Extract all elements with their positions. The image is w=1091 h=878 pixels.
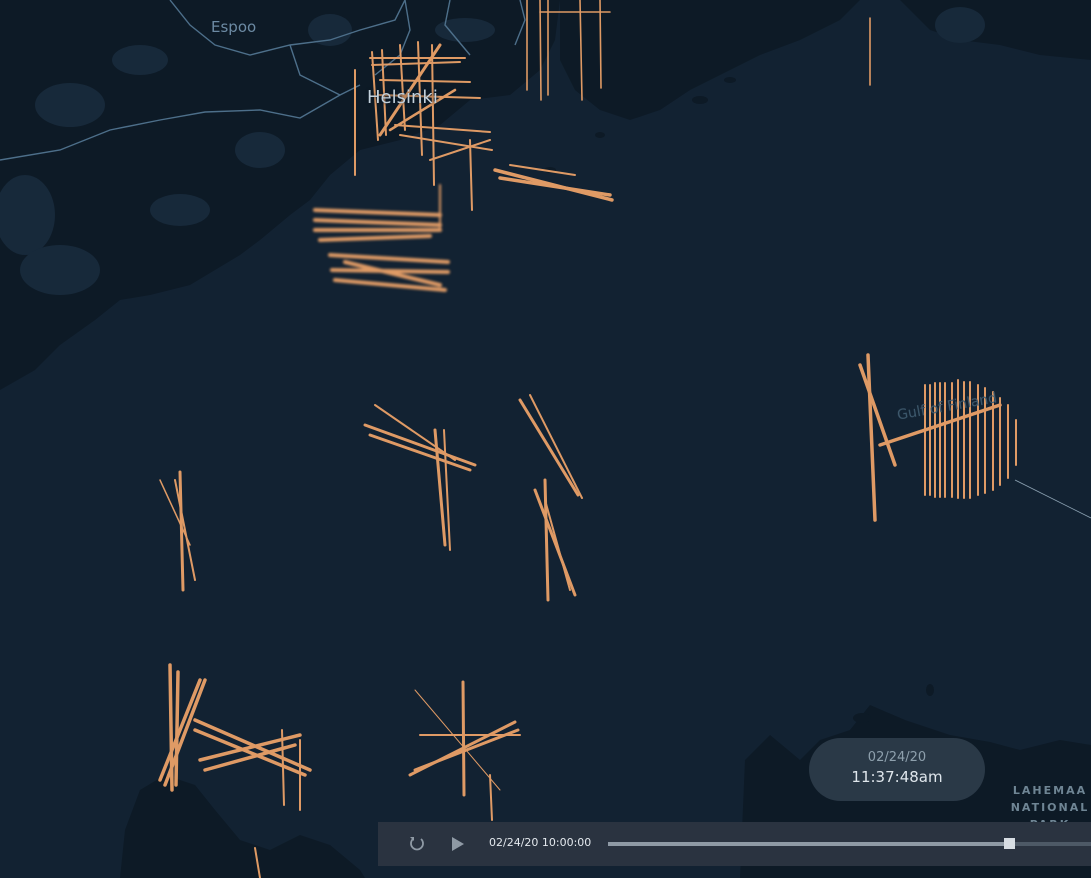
land-north-east bbox=[900, 0, 1091, 60]
reset-button[interactable] bbox=[406, 833, 428, 855]
timeline-progress bbox=[608, 842, 1009, 846]
current-time: 11:37:48am bbox=[851, 768, 943, 786]
play-icon bbox=[452, 837, 464, 851]
reset-icon bbox=[410, 837, 424, 851]
land-islands-north bbox=[560, 0, 860, 120]
start-time-label: 02/24/20 10:00:00 bbox=[489, 836, 592, 849]
land-finland-coast bbox=[0, 0, 560, 390]
trail-cluster-fan-west bbox=[313, 184, 450, 292]
islets bbox=[544, 77, 934, 723]
land-island-southwest bbox=[120, 775, 365, 878]
place-label-helsinki: Helsinki bbox=[367, 87, 438, 108]
trail-cluster-south bbox=[408, 680, 521, 821]
timeline-slider[interactable] bbox=[608, 838, 1091, 849]
trail-cluster-west bbox=[159, 470, 196, 592]
current-date: 02/24/20 bbox=[867, 750, 927, 765]
current-time-display: 02/24/20 11:37:48am bbox=[809, 738, 985, 801]
play-button[interactable] bbox=[446, 833, 468, 855]
trail-cluster-center bbox=[363, 394, 583, 602]
place-label-espoo: Espoo bbox=[211, 18, 257, 36]
timeline-handle[interactable] bbox=[1003, 838, 1015, 849]
playback-controls: 02/24/20 10:00:00 bbox=[378, 822, 1091, 866]
